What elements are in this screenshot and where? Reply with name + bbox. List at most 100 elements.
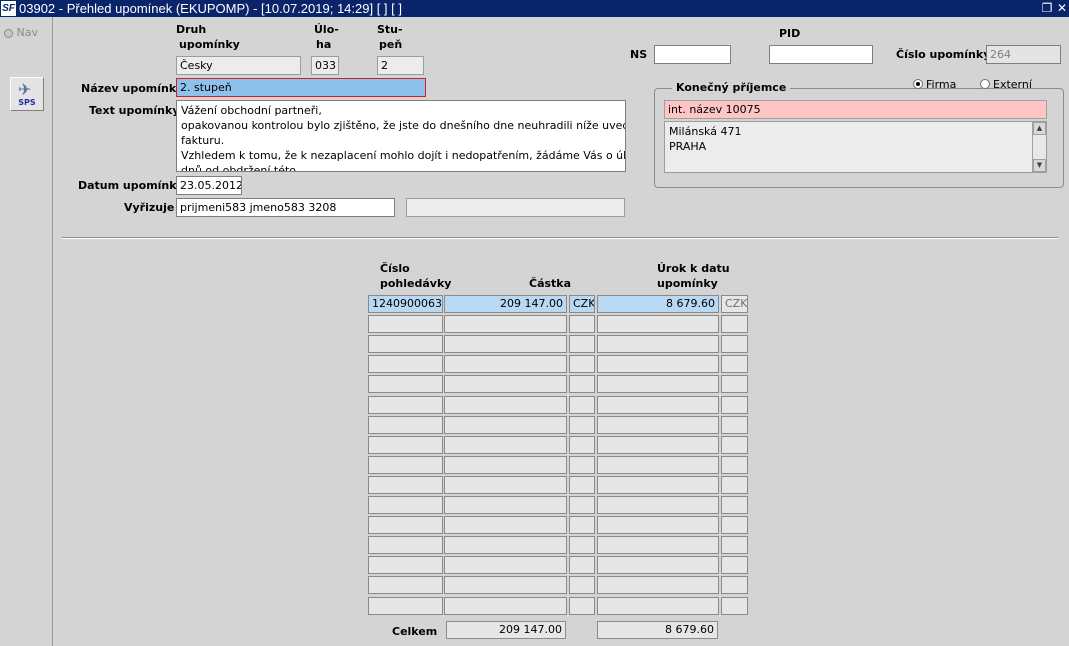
castka-cell[interactable] (444, 516, 567, 534)
mena2-cell[interactable] (721, 396, 748, 414)
cislo-cell[interactable] (368, 436, 443, 454)
text-field[interactable]: Vážení obchodní partneři, opakovanou kon… (176, 100, 626, 172)
cislo-cell[interactable] (368, 315, 443, 333)
castka-cell[interactable] (444, 496, 567, 514)
cislo-cell[interactable] (368, 476, 443, 494)
urok-cell[interactable] (597, 597, 719, 615)
cislo-cell[interactable] (368, 355, 443, 373)
urok-cell[interactable]: 8 679.60 (597, 295, 719, 313)
mena2-cell[interactable] (721, 576, 748, 594)
cislo-cell[interactable] (368, 597, 443, 615)
datum-field[interactable]: 23.05.2012 (176, 176, 242, 195)
pid-field[interactable] (769, 45, 873, 64)
nazev-field[interactable]: 2. stupeň (176, 78, 426, 97)
firma-radio[interactable] (913, 79, 923, 89)
urok-cell[interactable] (597, 355, 719, 373)
mena2-cell[interactable] (721, 556, 748, 574)
urok-cell[interactable] (597, 476, 719, 494)
externi-radio[interactable] (980, 79, 990, 89)
mena-cell[interactable] (569, 396, 595, 414)
mena2-cell[interactable] (721, 516, 748, 534)
mena2-cell[interactable] (721, 375, 748, 393)
mena2-cell[interactable] (721, 416, 748, 434)
stupen-field[interactable]: 2 (377, 56, 424, 75)
scroll-up-icon[interactable]: ▲ (1033, 122, 1046, 135)
castka-cell[interactable] (444, 597, 567, 615)
uloha-field[interactable]: 033 (311, 56, 339, 75)
mena-cell[interactable] (569, 436, 595, 454)
mena-cell[interactable] (569, 416, 595, 434)
close-icon[interactable]: ✕ (1055, 0, 1069, 17)
cislo-cell[interactable] (368, 456, 443, 474)
urok-cell[interactable] (597, 456, 719, 474)
mena2-cell[interactable] (721, 335, 748, 353)
mena-cell[interactable] (569, 315, 595, 333)
mena2-cell[interactable] (721, 496, 748, 514)
mena2-cell[interactable]: CZK (721, 295, 748, 313)
castka-cell[interactable] (444, 416, 567, 434)
mena-cell[interactable] (569, 456, 595, 474)
scroll-down-icon[interactable]: ▼ (1033, 159, 1046, 172)
recipient-address-field[interactable]: Milánská 471 PRAHA ▲ ▼ (664, 121, 1047, 173)
mena-cell[interactable] (569, 516, 595, 534)
cislo-cell[interactable] (368, 375, 443, 393)
cislo-cell[interactable] (368, 335, 443, 353)
urok-cell[interactable] (597, 436, 719, 454)
urok-cell[interactable] (597, 396, 719, 414)
mena2-cell[interactable] (721, 476, 748, 494)
cislo-cell[interactable]: 1240900063 (368, 295, 443, 313)
cislo-cell[interactable] (368, 556, 443, 574)
urok-cell[interactable] (597, 556, 719, 574)
cislo-upominky-field[interactable]: 264 (986, 45, 1061, 64)
castka-cell[interactable] (444, 335, 567, 353)
castka-cell[interactable] (444, 456, 567, 474)
urok-cell[interactable] (597, 536, 719, 554)
druh-field[interactable]: Česky (176, 56, 301, 75)
mena2-cell[interactable] (721, 597, 748, 615)
cislo-cell[interactable] (368, 576, 443, 594)
castka-cell[interactable]: 209 147.00 (444, 295, 567, 313)
urok-cell[interactable] (597, 315, 719, 333)
mena2-cell[interactable] (721, 536, 748, 554)
castka-cell[interactable] (444, 396, 567, 414)
vyrizuje-extra-field[interactable] (406, 198, 625, 217)
castka-cell[interactable] (444, 476, 567, 494)
castka-cell[interactable] (444, 556, 567, 574)
mena-cell[interactable] (569, 335, 595, 353)
castka-cell[interactable] (444, 536, 567, 554)
urok-cell[interactable] (597, 576, 719, 594)
vyrizuje-field[interactable]: prijmeni583 jmeno583 3208 (176, 198, 395, 217)
mena-cell[interactable] (569, 536, 595, 554)
recipient-name-field[interactable]: int. název 10075 (664, 100, 1047, 119)
ns-field[interactable] (654, 45, 731, 64)
castka-cell[interactable] (444, 315, 567, 333)
mena2-cell[interactable] (721, 456, 748, 474)
castka-cell[interactable] (444, 576, 567, 594)
urok-cell[interactable] (597, 496, 719, 514)
cislo-cell[interactable] (368, 516, 443, 534)
total-urok-field[interactable]: 8 679.60 (597, 621, 718, 639)
mena-cell[interactable]: CZK (569, 295, 595, 313)
mena-cell[interactable] (569, 355, 595, 373)
mena-cell[interactable] (569, 375, 595, 393)
urok-cell[interactable] (597, 516, 719, 534)
castka-cell[interactable] (444, 355, 567, 373)
urok-cell[interactable] (597, 375, 719, 393)
address-scrollbar[interactable]: ▲ ▼ (1032, 122, 1046, 172)
mena-cell[interactable] (569, 556, 595, 574)
cislo-cell[interactable] (368, 416, 443, 434)
mena2-cell[interactable] (721, 436, 748, 454)
cislo-cell[interactable] (368, 536, 443, 554)
mena-cell[interactable] (569, 597, 595, 615)
mena2-cell[interactable] (721, 315, 748, 333)
castka-cell[interactable] (444, 375, 567, 393)
cislo-cell[interactable] (368, 396, 443, 414)
nav-toggle[interactable]: Nav (4, 26, 38, 39)
sps-button[interactable]: ✈ SPS (10, 77, 44, 111)
mena-cell[interactable] (569, 476, 595, 494)
mena2-cell[interactable] (721, 355, 748, 373)
cislo-cell[interactable] (368, 496, 443, 514)
restore-icon[interactable]: ❐ (1040, 0, 1054, 17)
total-castka-field[interactable]: 209 147.00 (446, 621, 566, 639)
urok-cell[interactable] (597, 416, 719, 434)
